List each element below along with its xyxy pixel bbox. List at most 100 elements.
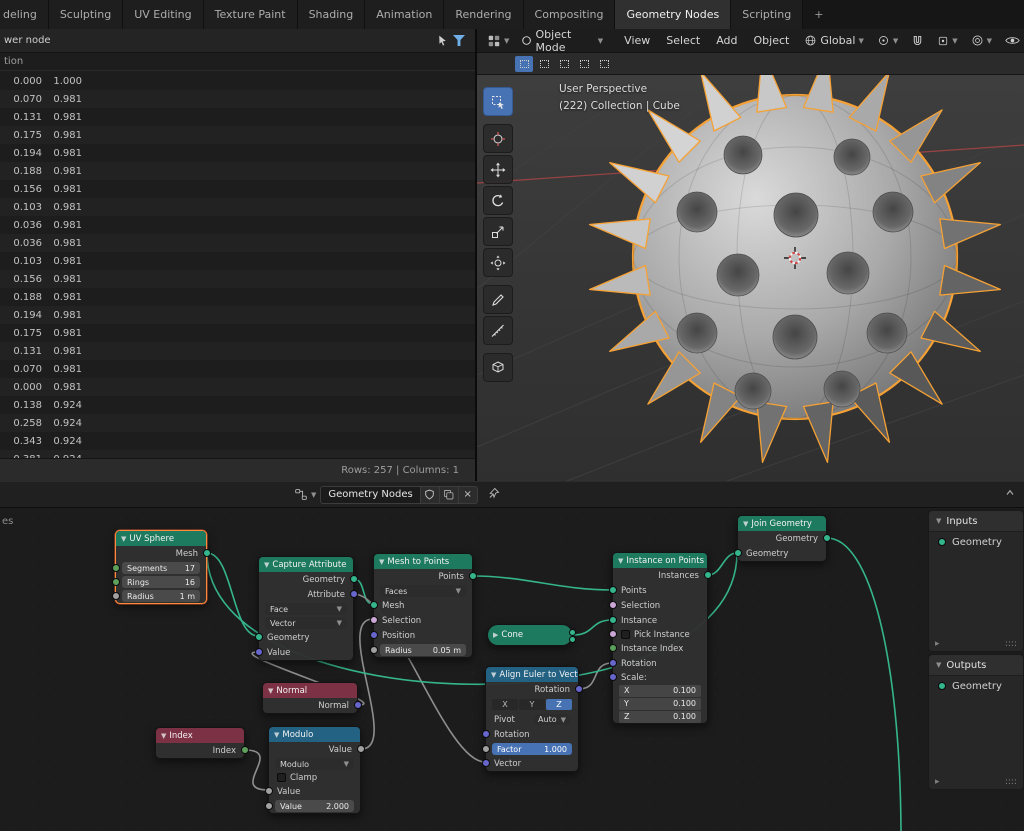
node-join-geometry[interactable]: ▼Join GeometryGeometryGeometry: [737, 515, 827, 562]
table-row[interactable]: 0.3810.924: [0, 450, 475, 458]
rotate-tool-button[interactable]: [483, 186, 513, 215]
node-header[interactable]: ▼Capture Attribute: [259, 557, 353, 572]
orientation-dropdown[interactable]: Global ▼: [800, 31, 867, 51]
node-align-euler-to-vector[interactable]: ▼Align Euler to VectorRotationXYZPivotAu…: [485, 666, 579, 772]
unlink-x-button[interactable]: ×: [459, 486, 478, 504]
value-socket[interactable]: [370, 646, 378, 654]
value-socket[interactable]: [265, 802, 273, 810]
axis-x-button[interactable]: X: [492, 699, 518, 710]
table-row[interactable]: 0.0700.981: [0, 90, 475, 108]
bool-socket[interactable]: [609, 601, 617, 609]
tab--[interactable]: +: [803, 0, 834, 29]
column-header-position[interactable]: tion: [4, 56, 23, 67]
node-instance-on-points[interactable]: ▼Instance on PointsInstancesPointsSelect…: [612, 552, 708, 724]
add-cube-tool-button[interactable]: [483, 353, 513, 382]
geometry-socket[interactable]: [609, 586, 617, 594]
node-tree-name-field[interactable]: Geometry Nodes: [320, 486, 420, 504]
editor-type-button[interactable]: ▼: [483, 31, 513, 51]
node-header[interactable]: ▼UV Sphere: [116, 531, 206, 546]
geometry-socket[interactable]: [255, 633, 263, 641]
mode-dropdown[interactable]: Object Mode ▼: [517, 31, 607, 51]
table-row[interactable]: 0.1880.981: [0, 162, 475, 180]
expand-header-icon[interactable]: [1004, 487, 1016, 502]
table-row[interactable]: 0.0360.981: [0, 234, 475, 252]
vector-z-field[interactable]: Z0.100: [619, 711, 701, 723]
snap-settings-button[interactable]: ▼: [933, 31, 961, 51]
viewport-canvas[interactable]: User Perspective (222) Collection | Cube: [477, 75, 1024, 481]
table-row[interactable]: 0.0000.981: [0, 378, 475, 396]
select-cursor-icon[interactable]: [436, 34, 449, 47]
inputs-panel-header[interactable]: ▼ Inputs: [929, 511, 1023, 532]
geometry-socket[interactable]: [569, 629, 576, 636]
tab-texture-paint[interactable]: Texture Paint: [204, 0, 298, 29]
geometry-socket[interactable]: [734, 549, 742, 557]
node-header[interactable]: ▼Mesh to Points: [374, 554, 472, 569]
node-header[interactable]: ▼Modulo: [269, 727, 360, 742]
rings-field[interactable]: Rings16: [122, 576, 200, 588]
scale-tool-button[interactable]: [483, 217, 513, 246]
chevron-right-icon[interactable]: ▸: [935, 639, 940, 649]
pivot-point-button[interactable]: ▼: [873, 31, 902, 51]
outputs-panel-header[interactable]: ▼ Outputs: [929, 655, 1023, 676]
tab-geometry-nodes[interactable]: Geometry Nodes: [615, 0, 731, 29]
node-header[interactable]: ▼Join Geometry: [738, 516, 826, 531]
vector-dropdown[interactable]: Vector▼: [265, 617, 347, 629]
tab-scripting[interactable]: Scripting: [731, 0, 803, 29]
tab-sculpting[interactable]: Sculpting: [49, 0, 123, 29]
select-mode-intersect-button[interactable]: [595, 56, 613, 72]
value-socket[interactable]: [112, 592, 120, 600]
node-uv-sphere[interactable]: ▼UV SphereMeshSegments17Rings16Radius1 m: [115, 530, 207, 604]
table-row[interactable]: 0.1940.981: [0, 306, 475, 324]
table-row[interactable]: 0.1030.981: [0, 252, 475, 270]
select-mode-difference-button[interactable]: [575, 56, 593, 72]
chevron-right-icon[interactable]: ▸: [935, 777, 940, 787]
new-copy-button[interactable]: [440, 486, 459, 504]
table-row[interactable]: 0.1560.981: [0, 270, 475, 288]
table-row[interactable]: 0.1940.981: [0, 144, 475, 162]
vector-x-field[interactable]: X0.100: [619, 685, 701, 697]
vector-socket[interactable]: [350, 590, 358, 598]
resize-grip[interactable]: ::::: [1005, 777, 1017, 787]
node-cone[interactable]: ▶Cone: [487, 624, 573, 646]
collapse-chevron-icon[interactable]: ▼: [121, 535, 126, 543]
annotate-tool-button[interactable]: [483, 285, 513, 314]
table-row[interactable]: 0.1310.981: [0, 108, 475, 126]
list-item[interactable]: Geometry: [929, 676, 1023, 696]
table-row[interactable]: 0.2580.924: [0, 414, 475, 432]
value-socket[interactable]: [482, 745, 490, 753]
collapse-chevron-icon[interactable]: ▼: [274, 731, 279, 739]
table-row[interactable]: 0.1030.981: [0, 198, 475, 216]
vector-socket[interactable]: [575, 685, 583, 693]
node-header[interactable]: ▼Index: [156, 728, 244, 743]
node-mesh-to-points[interactable]: ▼Mesh to PointsPointsFaces▼MeshSelection…: [373, 553, 473, 658]
measure-tool-button[interactable]: [483, 316, 513, 345]
node-index[interactable]: ▼IndexIndex: [155, 727, 245, 759]
collapse-chevron-icon[interactable]: ▼: [743, 520, 748, 528]
tab-rendering[interactable]: Rendering: [444, 0, 523, 29]
node-tree-browse-button[interactable]: ▼: [290, 485, 320, 505]
geometry-socket[interactable]: [704, 571, 712, 579]
int-socket[interactable]: [112, 578, 120, 586]
snap-magnet-button[interactable]: [907, 31, 928, 51]
vector-socket[interactable]: [482, 730, 490, 738]
vector-socket[interactable]: [370, 631, 378, 639]
overlays-eye-icon[interactable]: [1001, 31, 1024, 51]
table-row[interactable]: 0.0001.000: [0, 72, 475, 90]
table-row[interactable]: 0.0700.981: [0, 360, 475, 378]
tab-deling[interactable]: deling: [0, 0, 49, 29]
geometry-socket[interactable]: [609, 616, 617, 624]
list-item[interactable]: Geometry: [929, 532, 1023, 552]
vector-socket[interactable]: [609, 659, 617, 667]
axis-y-button[interactable]: Y: [519, 699, 545, 710]
collapse-chevron-icon[interactable]: ▼: [268, 687, 273, 695]
menu-object[interactable]: Object: [747, 34, 797, 47]
node-header[interactable]: ▶Cone: [488, 625, 572, 645]
collapse-chevron-icon[interactable]: ▶: [493, 631, 498, 639]
tab-animation[interactable]: Animation: [365, 0, 444, 29]
node-canvas[interactable]: es ▼ Inputs Geometry: [0, 508, 1024, 831]
bool-socket[interactable]: [370, 616, 378, 624]
vector-socket[interactable]: [354, 701, 362, 709]
tab-uv-editing[interactable]: UV Editing: [123, 0, 203, 29]
dataset-label[interactable]: wer node: [4, 35, 51, 46]
pin-icon[interactable]: [488, 487, 500, 502]
